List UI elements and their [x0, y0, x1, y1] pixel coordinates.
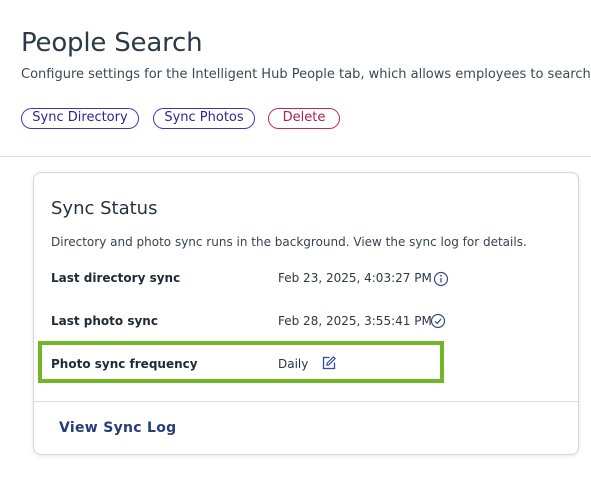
header-divider: [0, 156, 591, 157]
card-divider: [34, 401, 578, 402]
page-subtitle: Configure settings for the Intelligent H…: [21, 67, 591, 82]
sync-photos-button[interactable]: Sync Photos: [153, 108, 255, 129]
page-title: People Search: [21, 28, 203, 58]
card-description: Directory and photo sync runs in the bac…: [51, 235, 527, 249]
info-icon[interactable]: [433, 271, 449, 287]
card-title: Sync Status: [51, 198, 158, 219]
check-circle-icon: [430, 313, 446, 329]
last-photo-sync-value: Feb 28, 2025, 3:55:41 PM: [278, 314, 432, 328]
delete-button[interactable]: Delete: [268, 108, 340, 129]
sync-directory-button[interactable]: Sync Directory: [21, 108, 139, 129]
photo-sync-frequency-label: Photo sync frequency: [51, 357, 198, 371]
last-directory-sync-label: Last directory sync: [51, 271, 181, 285]
sync-status-card: Sync Status Directory and photo sync run…: [33, 172, 579, 455]
photo-sync-frequency-value: Daily: [278, 357, 309, 371]
last-directory-sync-value: Feb 23, 2025, 4:03:27 PM: [278, 271, 432, 285]
view-sync-log-link[interactable]: View Sync Log: [59, 420, 177, 436]
edit-icon[interactable]: [321, 355, 337, 371]
last-photo-sync-label: Last photo sync: [51, 314, 158, 328]
people-search-page: People Search Configure settings for the…: [0, 0, 591, 484]
